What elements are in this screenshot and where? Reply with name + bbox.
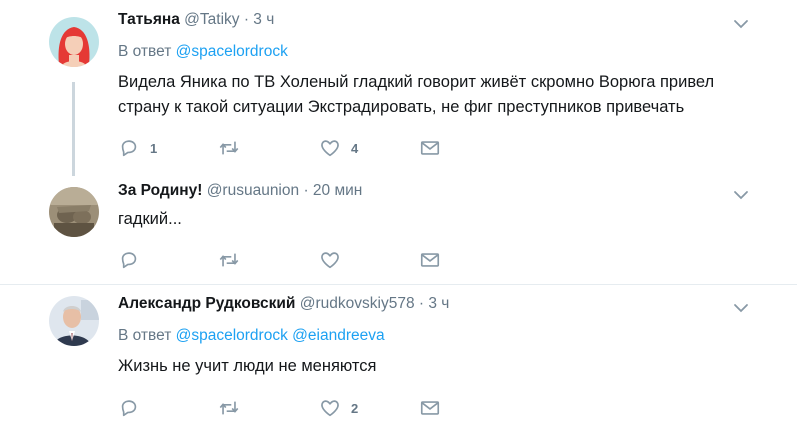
tweet-text-line: гадкий... bbox=[118, 210, 182, 228]
timestamp[interactable]: · 3 ч bbox=[419, 295, 449, 312]
tweet[interactable]: За Родину! @rusuaunion · 20 мин гадкий..… bbox=[0, 176, 797, 284]
chevron-down-icon[interactable] bbox=[733, 18, 749, 30]
direct-message-button[interactable] bbox=[419, 137, 441, 159]
reply-icon bbox=[118, 249, 140, 271]
tweet-text: гадкий... bbox=[118, 207, 768, 232]
author-handle[interactable]: @Tatiky bbox=[184, 11, 239, 28]
thread-line bbox=[72, 82, 75, 176]
like-button[interactable] bbox=[319, 249, 341, 271]
reply-prefix: В ответ bbox=[118, 327, 172, 344]
reply-button[interactable] bbox=[118, 397, 140, 419]
author-name[interactable]: Татьяна bbox=[118, 11, 180, 28]
heart-icon bbox=[319, 397, 341, 419]
tweet-actions bbox=[118, 249, 458, 271]
timestamp[interactable]: · 3 ч bbox=[244, 11, 274, 28]
retweet-button[interactable] bbox=[218, 249, 240, 271]
tweet-text: Жизнь не учит люди не меняются bbox=[118, 354, 768, 379]
chevron-down-icon[interactable] bbox=[733, 302, 749, 314]
like-count: 4 bbox=[351, 140, 359, 156]
envelope-icon bbox=[419, 137, 441, 159]
avatar[interactable] bbox=[49, 187, 99, 237]
tweet-text-line: страну к такой ситуации Экстрадировать, … bbox=[118, 98, 685, 116]
reply-count: 1 bbox=[150, 140, 158, 156]
tweet-actions: 1 4 bbox=[118, 137, 458, 159]
reply-prefix: В ответ bbox=[118, 43, 172, 60]
envelope-icon bbox=[419, 397, 441, 419]
author-handle[interactable]: @rusuaunion bbox=[207, 182, 299, 199]
direct-message-button[interactable] bbox=[419, 397, 441, 419]
author-handle[interactable]: @rudkovskiy578 bbox=[300, 295, 415, 312]
like-button[interactable]: 4 bbox=[319, 137, 358, 159]
mention-link[interactable]: @spacelordrock bbox=[176, 43, 288, 60]
tweet-text-line: Жизнь не учит люди не меняются bbox=[118, 357, 377, 375]
tweet[interactable]: Александр Рудковский @rudkovskiy578 · 3 … bbox=[0, 285, 797, 423]
tweet-text-line: Видела Яника по ТВ Холеный гладкий говор… bbox=[118, 73, 715, 91]
reply-icon bbox=[118, 397, 140, 419]
author-name[interactable]: Александр Рудковский bbox=[118, 295, 295, 312]
direct-message-button[interactable] bbox=[419, 249, 441, 271]
heart-icon bbox=[319, 137, 341, 159]
heart-icon bbox=[319, 249, 341, 271]
tweet-actions: 2 bbox=[118, 397, 458, 419]
retweet-button[interactable] bbox=[218, 137, 250, 159]
chevron-down-icon[interactable] bbox=[733, 189, 749, 201]
retweet-button[interactable] bbox=[218, 397, 240, 419]
timestamp[interactable]: · 20 мин bbox=[303, 182, 362, 199]
reply-context: В ответ @spacelordrock bbox=[118, 43, 288, 61]
reply-icon bbox=[118, 137, 140, 159]
retweet-icon bbox=[218, 397, 240, 419]
tweet[interactable]: Татьяна @Tatiky · 3 ч В ответ @spacelord… bbox=[0, 0, 797, 176]
retweet-icon bbox=[218, 249, 240, 271]
like-button[interactable]: 2 bbox=[319, 397, 358, 419]
reply-button[interactable] bbox=[118, 249, 140, 271]
like-count: 2 bbox=[351, 400, 359, 416]
tweet-text: Видела Яника по ТВ Холеный гладкий говор… bbox=[118, 70, 768, 120]
envelope-icon bbox=[419, 249, 441, 271]
avatar[interactable] bbox=[49, 17, 99, 67]
retweet-icon bbox=[218, 137, 240, 159]
mention-link[interactable]: @spacelordrock bbox=[176, 327, 288, 344]
author-name[interactable]: За Родину! bbox=[118, 182, 202, 199]
reply-context: В ответ @spacelordrock @eiandreeva bbox=[118, 327, 385, 345]
mention-link[interactable]: @eiandreeva bbox=[292, 327, 384, 344]
reply-button[interactable]: 1 bbox=[118, 137, 157, 159]
avatar[interactable] bbox=[49, 296, 99, 346]
